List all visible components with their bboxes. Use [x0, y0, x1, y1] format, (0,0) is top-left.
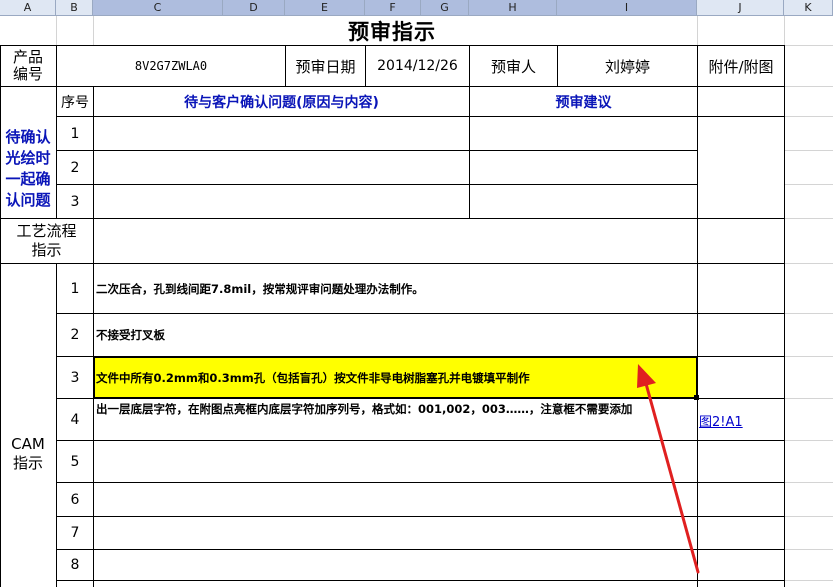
- red-arrow-annotation: [637, 364, 700, 574]
- spreadsheet: A B C D E F G H I J K 预审指示 产品 编号 8V2G7ZW…: [0, 0, 833, 587]
